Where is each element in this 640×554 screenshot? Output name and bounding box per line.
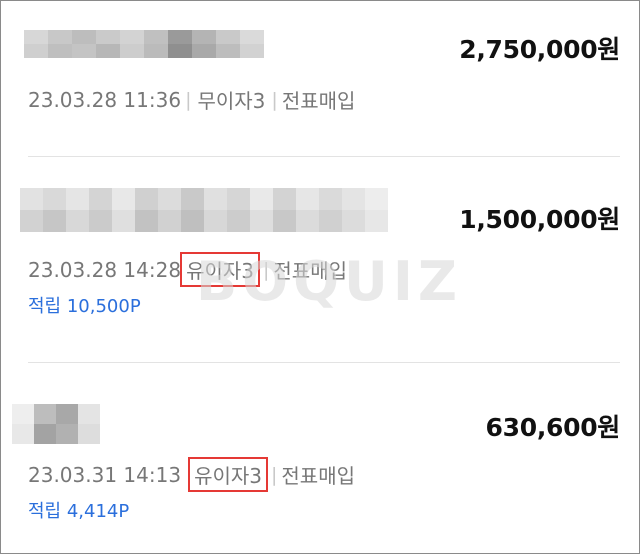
meta-separator: | [185,88,192,111]
reward-points: 적립 4,414P [28,501,130,522]
merchant-name-blurred [12,404,100,444]
transaction-amount: 630,600원 [485,413,621,442]
transaction-meta: 23.03.31 14:13 유이자3 | 전표매입 [28,457,356,492]
transaction-amount: 1,500,000원 [459,205,620,234]
transaction-date: 23.03.31 14:13 [28,462,182,487]
transaction-type: 전표매입 [281,464,356,488]
divider [28,156,620,157]
reward-points: 적립 10,500P [28,296,141,317]
transaction-date: 23.03.28 11:36 [28,87,182,112]
transaction-date: 23.03.28 14:28 [28,257,182,282]
installment-plan-highlighted: 유이자3 [188,457,268,492]
merchant-name-blurred [24,30,264,58]
transaction-meta: 23.03.28 11:36 | 무이자3 | 전표매입 [28,85,355,114]
transaction-type: 전표매입 [281,89,356,113]
transaction-amount: 2,750,000원 [459,35,620,64]
divider [28,362,620,363]
meta-separator: | [271,463,278,486]
watermark: BOQUIZ [196,250,463,313]
installment-plan: 무이자3 [197,89,266,113]
merchant-name-blurred [20,188,388,232]
meta-separator: | [271,88,278,111]
